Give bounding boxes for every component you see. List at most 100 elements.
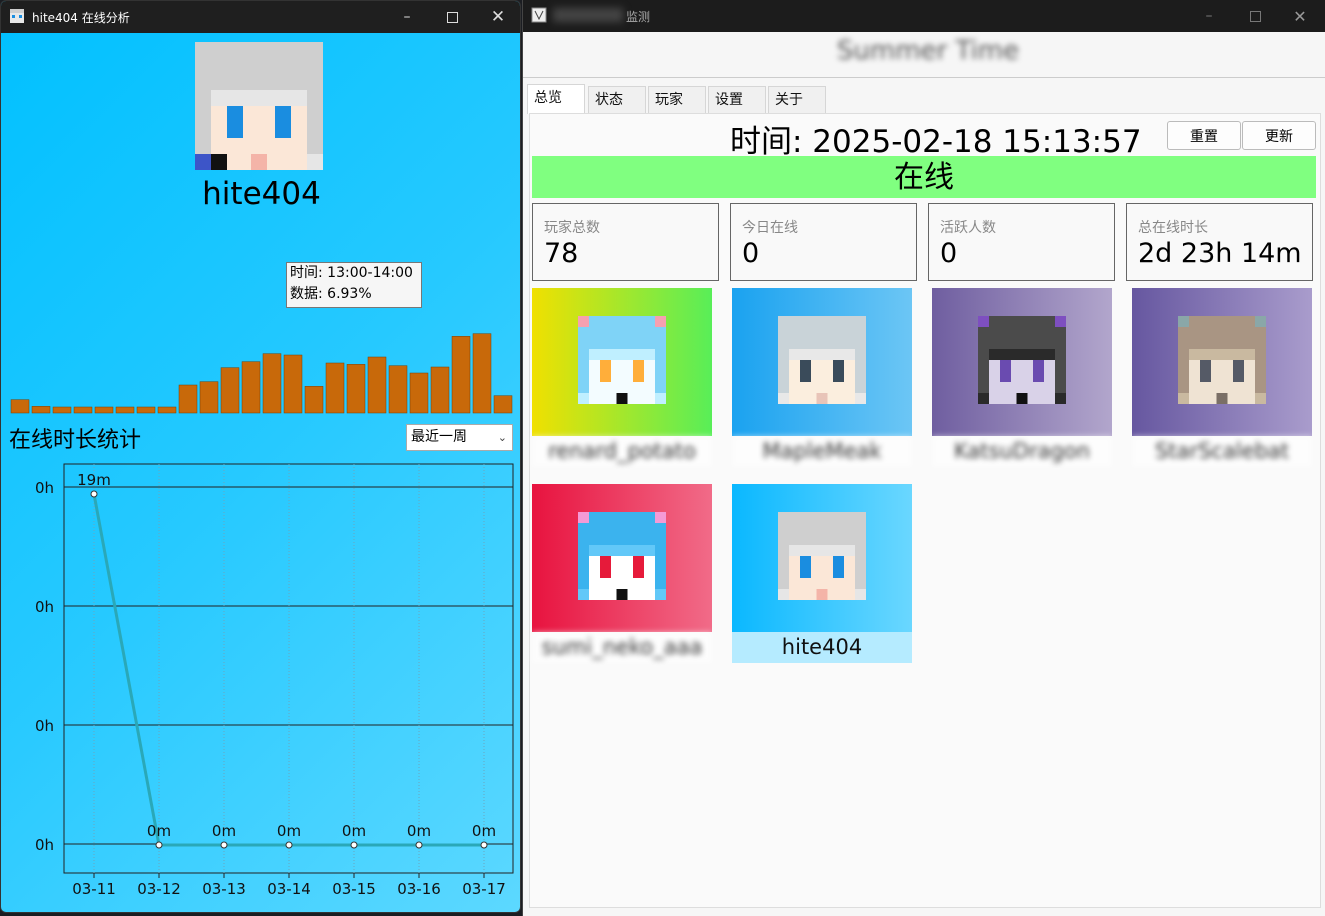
x-tick-label: 03-15 <box>332 880 376 898</box>
hour-bar[interactable] <box>367 356 387 414</box>
x-tick-label: 03-12 <box>137 880 181 898</box>
minimize-button[interactable]: – <box>1186 0 1232 32</box>
data-point[interactable] <box>285 841 293 849</box>
hour-bar[interactable] <box>157 406 177 414</box>
player-card[interactable]: KatsuDragon <box>932 288 1112 467</box>
close-button[interactable]: ✕ <box>475 1 520 33</box>
data-label: 0m <box>472 822 496 840</box>
player-card-name: MapleMeak <box>732 436 912 467</box>
hour-bar[interactable] <box>241 361 261 414</box>
minimize-button[interactable]: – <box>384 1 430 33</box>
data-point[interactable] <box>350 841 358 849</box>
title-bar[interactable]: hite404 在线分析 – ✕ <box>1 1 520 33</box>
stat-today-online: 今日在线 0 <box>730 203 917 281</box>
player-analysis-window: hite404 在线分析 – ✕ hite404 时间: 13:00-14:00… <box>0 0 521 913</box>
hour-bar[interactable] <box>346 364 366 414</box>
data-label: 0m <box>407 822 431 840</box>
maximize-button[interactable] <box>429 1 475 33</box>
hour-bar[interactable] <box>325 362 345 414</box>
current-time: 时间: 2025-02-18 15:13:57 <box>730 124 1142 160</box>
hourly-distribution-chart <box>10 333 513 414</box>
tooltip-time: 时间: 13:00-14:00 <box>290 265 413 281</box>
hour-bar[interactable] <box>136 406 156 414</box>
stat-label: 玩家总数 <box>544 220 600 236</box>
section-title: 在线时长统计 <box>9 428 142 453</box>
hour-bar[interactable] <box>283 354 303 414</box>
reset-button[interactable]: 重置 <box>1167 121 1241 150</box>
stat-value: 0 <box>742 238 760 269</box>
close-button[interactable]: ✕ <box>1277 0 1323 32</box>
hour-bar[interactable] <box>388 365 408 414</box>
player-avatar <box>195 42 323 170</box>
data-label: 0m <box>147 822 171 840</box>
tab-overview[interactable]: 总览 <box>527 84 585 114</box>
server-name: Summer Time <box>836 36 1020 66</box>
hour-bar[interactable] <box>220 367 240 414</box>
update-button[interactable]: 更新 <box>1242 121 1316 150</box>
chevron-down-icon: ⌄ <box>497 431 507 444</box>
hour-bar[interactable] <box>73 406 93 414</box>
stat-label: 总在线时长 <box>1138 220 1208 236</box>
data-point[interactable] <box>90 490 98 498</box>
chart-tooltip: 时间: 13:00-14:00 数据: 6.93% <box>286 262 422 308</box>
y-tick-label: 0h <box>35 479 54 497</box>
x-tick-label: 03-13 <box>202 880 246 898</box>
maximize-button[interactable] <box>1232 0 1278 32</box>
hour-bar[interactable] <box>52 406 72 414</box>
data-point[interactable] <box>155 841 163 849</box>
hour-bar[interactable] <box>178 384 198 414</box>
hour-bar[interactable] <box>451 336 471 414</box>
x-tick-label: 03-11 <box>72 880 116 898</box>
data-point[interactable] <box>220 841 228 849</box>
x-tick-label: 03-16 <box>397 880 441 898</box>
y-tick-label: 0h <box>35 717 54 735</box>
tab-status[interactable]: 状态 <box>588 86 646 113</box>
player-avatar <box>978 316 1066 404</box>
hour-bar[interactable] <box>430 366 450 414</box>
player-card[interactable]: sumi_neko_aaa <box>532 484 712 663</box>
range-select[interactable]: 最近一周 ⌄ <box>406 424 513 451</box>
hour-bar[interactable] <box>409 372 429 414</box>
data-point[interactable] <box>415 841 423 849</box>
hour-bar[interactable] <box>115 406 135 414</box>
window-title: hite404 在线分析 <box>32 11 130 25</box>
hour-bar[interactable] <box>262 353 282 414</box>
player-card[interactable]: StarScalebat <box>1132 288 1312 467</box>
player-card-name: hite404 <box>732 632 912 663</box>
player-name: hite404 <box>202 176 321 212</box>
redacted-title <box>553 8 623 22</box>
stat-label: 今日在线 <box>742 220 798 236</box>
data-label: 0m <box>212 822 236 840</box>
player-avatar <box>778 316 866 404</box>
stat-active-players: 活跃人数 0 <box>928 203 1115 281</box>
daily-line-chart: 0h 0h 0h 0h 03-11 03-12 03-13 03-14 03-15 03-16 03… <box>35 463 514 898</box>
stat-label: 活跃人数 <box>940 220 996 236</box>
series-line <box>92 493 484 847</box>
tab-about[interactable]: 关于 <box>768 86 826 113</box>
tab-settings[interactable]: 设置 <box>708 86 766 113</box>
hour-bar[interactable] <box>472 333 492 414</box>
divider <box>523 77 1325 78</box>
data-point[interactable] <box>480 841 488 849</box>
player-card[interactable]: renard_potato <box>532 288 712 467</box>
tab-players[interactable]: 玩家 <box>648 86 706 113</box>
hour-bar[interactable] <box>94 406 114 414</box>
status-banner: 在线 <box>532 156 1316 198</box>
stat-total-online-time: 总在线时长 2d 23h 14m <box>1126 203 1313 281</box>
monitor-window: 监测 – ✕ Summer Time 总览 状态 玩家 设置 关于 时间: 20… <box>522 0 1325 916</box>
player-card[interactable]: MapleMeak <box>732 288 912 467</box>
hour-bar[interactable] <box>10 399 30 414</box>
hour-bar[interactable] <box>199 381 219 414</box>
hour-bar[interactable] <box>304 386 324 414</box>
stat-value: 78 <box>544 238 579 269</box>
title-bar[interactable]: 监测 – ✕ <box>523 0 1325 32</box>
stat-value: 2d 23h 14m <box>1138 238 1302 269</box>
hour-bar[interactable] <box>31 406 51 414</box>
x-tick-label: 03-17 <box>462 880 506 898</box>
player-avatar <box>578 316 666 404</box>
y-tick-label: 0h <box>35 836 54 854</box>
player-card-name: renard_potato <box>532 436 712 467</box>
y-tick-label: 0h <box>35 598 54 616</box>
player-card[interactable]: hite404 <box>732 484 912 663</box>
hour-bar[interactable] <box>493 395 513 414</box>
